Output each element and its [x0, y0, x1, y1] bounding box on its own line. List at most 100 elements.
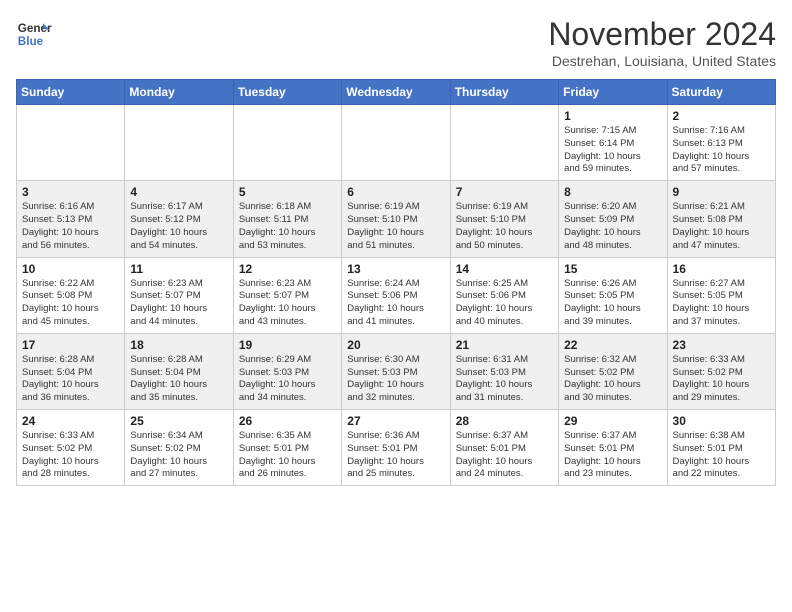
day-number: 18 — [130, 338, 227, 352]
day-number: 2 — [673, 109, 770, 123]
day-info: Sunrise: 6:26 AM Sunset: 5:05 PM Dayligh… — [564, 278, 661, 329]
day-number: 8 — [564, 185, 661, 199]
calendar-cell: 15 Sunrise: 6:26 AM Sunset: 5:05 PM Dayli… — [559, 257, 667, 333]
day-number: 28 — [456, 414, 553, 428]
day-info: Sunrise: 6:32 AM Sunset: 5:02 PM Dayligh… — [564, 354, 661, 405]
day-info: Sunrise: 6:36 AM Sunset: 5:01 PM Dayligh… — [347, 430, 444, 481]
logo: General Blue — [16, 16, 52, 52]
day-number: 25 — [130, 414, 227, 428]
day-number: 23 — [673, 338, 770, 352]
day-number: 27 — [347, 414, 444, 428]
week-row-3: 10 Sunrise: 6:22 AM Sunset: 5:08 PM Dayli… — [17, 257, 776, 333]
day-info: Sunrise: 6:29 AM Sunset: 5:03 PM Dayligh… — [239, 354, 336, 405]
day-number: 16 — [673, 262, 770, 276]
calendar-cell: 14 Sunrise: 6:25 AM Sunset: 5:06 PM Dayli… — [450, 257, 558, 333]
day-info: Sunrise: 6:37 AM Sunset: 5:01 PM Dayligh… — [564, 430, 661, 481]
day-info: Sunrise: 6:28 AM Sunset: 5:04 PM Dayligh… — [22, 354, 119, 405]
calendar-cell: 18 Sunrise: 6:28 AM Sunset: 5:04 PM Dayli… — [125, 333, 233, 409]
day-info: Sunrise: 6:23 AM Sunset: 5:07 PM Dayligh… — [130, 278, 227, 329]
week-row-2: 3Sunrise: 6:16 AM Sunset: 5:13 PM Daylig… — [17, 181, 776, 257]
weekday-header-saturday: Saturday — [667, 80, 775, 105]
week-row-5: 24Sunrise: 6:33 AM Sunset: 5:02 PM Dayli… — [17, 410, 776, 486]
day-info: Sunrise: 6:23 AM Sunset: 5:07 PM Dayligh… — [239, 278, 336, 329]
day-number: 1 — [564, 109, 661, 123]
day-info: Sunrise: 7:16 AM Sunset: 6:13 PM Dayligh… — [673, 125, 770, 176]
day-info: Sunrise: 6:20 AM Sunset: 5:09 PM Dayligh… — [564, 201, 661, 252]
day-info: Sunrise: 6:27 AM Sunset: 5:05 PM Dayligh… — [673, 278, 770, 329]
weekday-header-row: SundayMondayTuesdayWednesdayThursdayFrid… — [17, 80, 776, 105]
weekday-header-tuesday: Tuesday — [233, 80, 341, 105]
day-info: Sunrise: 6:25 AM Sunset: 5:06 PM Dayligh… — [456, 278, 553, 329]
calendar-cell: 5 Sunrise: 6:18 AM Sunset: 5:11 PM Daylig… — [233, 181, 341, 257]
calendar-cell: 4 Sunrise: 6:17 AM Sunset: 5:12 PM Daylig… — [125, 181, 233, 257]
day-info: Sunrise: 6:38 AM Sunset: 5:01 PM Dayligh… — [673, 430, 770, 481]
day-number: 6 — [347, 185, 444, 199]
calendar-cell: 1 Sunrise: 7:15 AM Sunset: 6:14 PM Daylig… — [559, 105, 667, 181]
calendar-cell: 23Sunrise: 6:33 AM Sunset: 5:02 PM Dayli… — [667, 333, 775, 409]
calendar-cell: 9Sunrise: 6:21 AM Sunset: 5:08 PM Daylig… — [667, 181, 775, 257]
day-number: 10 — [22, 262, 119, 276]
day-number: 26 — [239, 414, 336, 428]
day-number: 5 — [239, 185, 336, 199]
day-info: Sunrise: 6:18 AM Sunset: 5:11 PM Dayligh… — [239, 201, 336, 252]
day-number: 7 — [456, 185, 553, 199]
day-number: 3 — [22, 185, 119, 199]
calendar-cell — [450, 105, 558, 181]
calendar-cell: 21 Sunrise: 6:31 AM Sunset: 5:03 PM Dayli… — [450, 333, 558, 409]
calendar-cell: 30 Sunrise: 6:38 AM Sunset: 5:01 PM Dayli… — [667, 410, 775, 486]
calendar-cell: 3Sunrise: 6:16 AM Sunset: 5:13 PM Daylig… — [17, 181, 125, 257]
calendar-cell: 17Sunrise: 6:28 AM Sunset: 5:04 PM Dayli… — [17, 333, 125, 409]
day-number: 29 — [564, 414, 661, 428]
calendar-cell: 2 Sunrise: 7:16 AM Sunset: 6:13 PM Daylig… — [667, 105, 775, 181]
day-info: Sunrise: 6:33 AM Sunset: 5:02 PM Dayligh… — [22, 430, 119, 481]
weekday-header-monday: Monday — [125, 80, 233, 105]
day-info: Sunrise: 6:21 AM Sunset: 5:08 PM Dayligh… — [673, 201, 770, 252]
day-info: Sunrise: 6:22 AM Sunset: 5:08 PM Dayligh… — [22, 278, 119, 329]
title-block: November 2024 Destrehan, Louisiana, Unit… — [548, 16, 776, 69]
calendar-cell: 10 Sunrise: 6:22 AM Sunset: 5:08 PM Dayli… — [17, 257, 125, 333]
calendar-cell: 12 Sunrise: 6:23 AM Sunset: 5:07 PM Dayli… — [233, 257, 341, 333]
day-info: Sunrise: 7:15 AM Sunset: 6:14 PM Dayligh… — [564, 125, 661, 176]
day-number: 21 — [456, 338, 553, 352]
day-number: 13 — [347, 262, 444, 276]
day-info: Sunrise: 6:35 AM Sunset: 5:01 PM Dayligh… — [239, 430, 336, 481]
day-info: Sunrise: 6:24 AM Sunset: 5:06 PM Dayligh… — [347, 278, 444, 329]
calendar-cell: 28 Sunrise: 6:37 AM Sunset: 5:01 PM Dayli… — [450, 410, 558, 486]
calendar-cell — [17, 105, 125, 181]
day-number: 15 — [564, 262, 661, 276]
calendar-cell: 20 Sunrise: 6:30 AM Sunset: 5:03 PM Dayli… — [342, 333, 450, 409]
page-header: General Blue November 2024 Destrehan, Lo… — [16, 16, 776, 69]
week-row-1: 1 Sunrise: 7:15 AM Sunset: 6:14 PM Daylig… — [17, 105, 776, 181]
calendar-cell: 19 Sunrise: 6:29 AM Sunset: 5:03 PM Dayli… — [233, 333, 341, 409]
day-number: 4 — [130, 185, 227, 199]
day-info: Sunrise: 6:31 AM Sunset: 5:03 PM Dayligh… — [456, 354, 553, 405]
day-number: 20 — [347, 338, 444, 352]
calendar-cell: 22 Sunrise: 6:32 AM Sunset: 5:02 PM Dayli… — [559, 333, 667, 409]
weekday-header-friday: Friday — [559, 80, 667, 105]
day-info: Sunrise: 6:17 AM Sunset: 5:12 PM Dayligh… — [130, 201, 227, 252]
day-info: Sunrise: 6:37 AM Sunset: 5:01 PM Dayligh… — [456, 430, 553, 481]
month-title: November 2024 — [548, 16, 776, 53]
day-number: 19 — [239, 338, 336, 352]
weekday-header-sunday: Sunday — [17, 80, 125, 105]
calendar-cell: 11 Sunrise: 6:23 AM Sunset: 5:07 PM Dayli… — [125, 257, 233, 333]
day-info: Sunrise: 6:30 AM Sunset: 5:03 PM Dayligh… — [347, 354, 444, 405]
day-number: 22 — [564, 338, 661, 352]
day-number: 30 — [673, 414, 770, 428]
calendar-cell: 24Sunrise: 6:33 AM Sunset: 5:02 PM Dayli… — [17, 410, 125, 486]
day-number: 12 — [239, 262, 336, 276]
calendar-cell: 13 Sunrise: 6:24 AM Sunset: 5:06 PM Dayli… — [342, 257, 450, 333]
week-row-4: 17Sunrise: 6:28 AM Sunset: 5:04 PM Dayli… — [17, 333, 776, 409]
day-number: 14 — [456, 262, 553, 276]
day-info: Sunrise: 6:28 AM Sunset: 5:04 PM Dayligh… — [130, 354, 227, 405]
weekday-header-wednesday: Wednesday — [342, 80, 450, 105]
calendar-cell: 7Sunrise: 6:19 AM Sunset: 5:10 PM Daylig… — [450, 181, 558, 257]
svg-text:Blue: Blue — [18, 35, 44, 48]
calendar-cell: 29 Sunrise: 6:37 AM Sunset: 5:01 PM Dayli… — [559, 410, 667, 486]
day-number: 11 — [130, 262, 227, 276]
day-info: Sunrise: 6:19 AM Sunset: 5:10 PM Dayligh… — [347, 201, 444, 252]
weekday-header-thursday: Thursday — [450, 80, 558, 105]
calendar-table: SundayMondayTuesdayWednesdayThursdayFrid… — [16, 79, 776, 486]
calendar-cell — [233, 105, 341, 181]
calendar-cell: 16 Sunrise: 6:27 AM Sunset: 5:05 PM Dayli… — [667, 257, 775, 333]
